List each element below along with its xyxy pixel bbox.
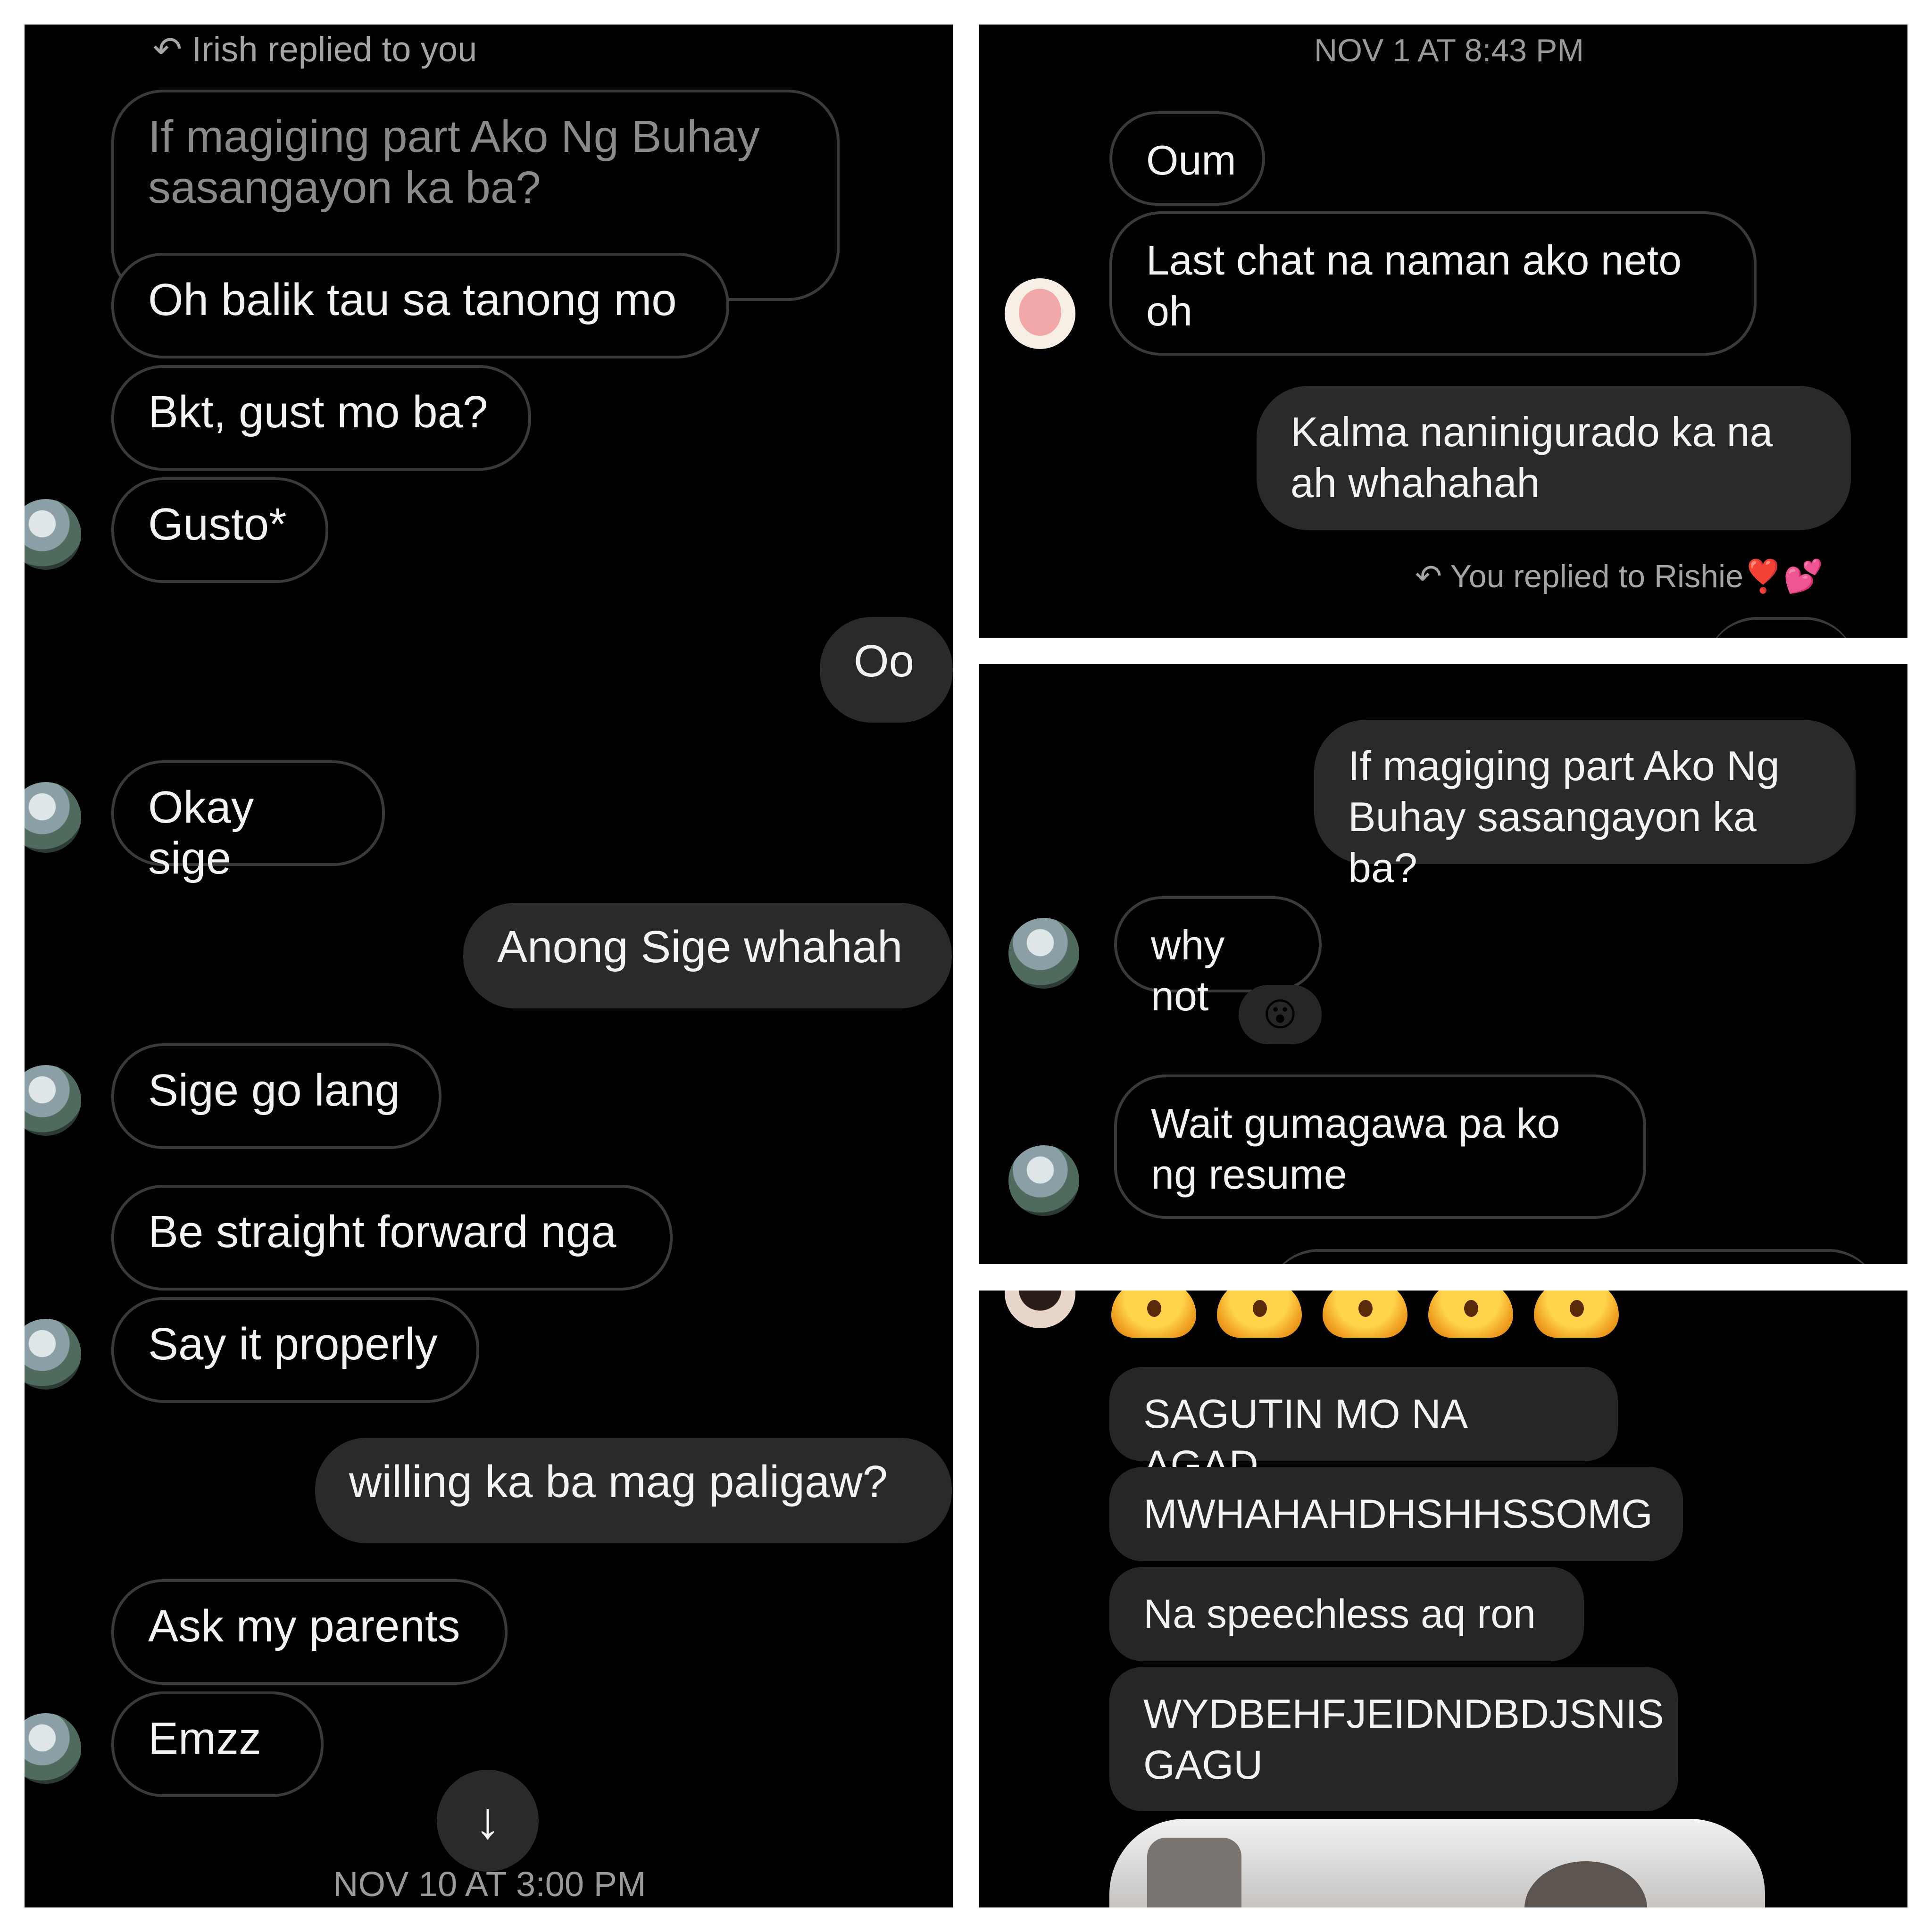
message-bubble-received[interactable]: Sige go lang bbox=[111, 1043, 441, 1149]
surprised-face-icon bbox=[1217, 1291, 1302, 1338]
message-bubble-partial[interactable] bbox=[1267, 1249, 1880, 1264]
message-bubble-received[interactable]: Be straight forward nga bbox=[111, 1185, 673, 1291]
message-bubble-received[interactable]: Oum bbox=[1109, 111, 1265, 206]
message-bubble-received[interactable]: Last chat na naman ako neto oh bbox=[1109, 211, 1757, 356]
message-bubble-partial[interactable] bbox=[1706, 617, 1857, 638]
message-bubble-received[interactable]: Emzz bbox=[111, 1691, 324, 1797]
message-bubble-received[interactable]: Okay sige bbox=[111, 760, 385, 883]
message-bubble-received[interactable]: SAGUTIN MO NA AGAD bbox=[1109, 1367, 1618, 1488]
contact-avatar[interactable] bbox=[1008, 1145, 1079, 1216]
photo-content bbox=[1524, 1861, 1647, 1907]
contact-avatar[interactable] bbox=[25, 1713, 81, 1784]
surprised-face-icon bbox=[1534, 1291, 1619, 1338]
reply-indicator: ↶ You replied to Rishie❣️💕 bbox=[1415, 558, 1824, 594]
contact-avatar[interactable] bbox=[25, 782, 81, 853]
photo-content bbox=[1147, 1838, 1241, 1907]
message-bubble-sent[interactable]: Anong Sige whahah bbox=[463, 903, 952, 1008]
contact-avatar[interactable] bbox=[25, 1065, 81, 1136]
contact-avatar[interactable] bbox=[25, 499, 81, 570]
reply-arrow-icon: ↶ bbox=[153, 30, 183, 69]
message-bubble-received[interactable]: WYDBEHFJEIDNDBDJSNIS GAGU bbox=[1109, 1667, 1678, 1811]
message-bubble-received[interactable]: Bkt, gust mo ba? bbox=[111, 365, 531, 471]
scroll-to-bottom-button[interactable]: ↓ bbox=[437, 1770, 539, 1872]
contact-avatar[interactable] bbox=[1005, 1291, 1075, 1328]
message-bubble-sent[interactable]: willing ka ba mag paligaw? bbox=[315, 1438, 952, 1543]
arrow-down-icon: ↓ bbox=[475, 1791, 501, 1849]
message-bubble-sent[interactable]: Oo bbox=[820, 617, 953, 723]
surprised-face-icon bbox=[1428, 1291, 1513, 1338]
contact-avatar[interactable] bbox=[25, 1319, 81, 1390]
surprised-face-icon bbox=[1323, 1291, 1407, 1338]
image-attachment[interactable] bbox=[1109, 1819, 1765, 1907]
message-bubble-sent[interactable]: Kalma naninigurado ka na ah whahahah bbox=[1257, 386, 1851, 530]
contact-avatar[interactable] bbox=[1005, 278, 1075, 349]
left-chat-panel: ↶ Irish replied to you If magiging part … bbox=[25, 25, 953, 1907]
message-bubble-received[interactable]: Say it properly bbox=[111, 1297, 479, 1403]
message-bubble-sent[interactable]: If magiging part Ako Ng Buhay sasangayon… bbox=[1314, 720, 1856, 891]
message-bubble-received[interactable]: Na speechless aq ron bbox=[1109, 1567, 1584, 1661]
message-bubble-received[interactable]: Ask my parents bbox=[111, 1579, 508, 1685]
surprised-face-icon bbox=[1111, 1291, 1196, 1338]
message-bubble-received[interactable]: why not bbox=[1114, 896, 1322, 1019]
avatar-character bbox=[1019, 289, 1061, 336]
surprised-face-icon: 😮 bbox=[1263, 996, 1298, 1033]
message-bubble-received[interactable]: Gusto* bbox=[111, 477, 328, 583]
reply-indicator: ↶ Irish replied to you bbox=[153, 30, 477, 69]
reply-arrow-icon: ↶ bbox=[1415, 558, 1442, 594]
contact-avatar[interactable] bbox=[1008, 918, 1079, 989]
middle-right-chat-panel: If magiging part Ako Ng Buhay sasangayon… bbox=[979, 664, 1907, 1264]
top-right-chat-panel: NOV 1 AT 8:43 PM Oum Last chat na naman … bbox=[979, 25, 1907, 638]
message-bubble-received[interactable]: Oh balik tau sa tanong mo bbox=[111, 253, 729, 358]
reaction-badge[interactable]: 😮 bbox=[1239, 985, 1322, 1044]
message-bubble-received[interactable]: MWHAHAHDHSHHSSOMG bbox=[1109, 1467, 1683, 1561]
timestamp: NOV 10 AT 3:00 PM bbox=[333, 1865, 646, 1904]
timestamp: NOV 1 AT 8:43 PM bbox=[1314, 33, 1584, 68]
bottom-right-chat-panel: 😮😮😮😮😮 SAGUTIN MO NA AGAD MWHAHAHDHSHHSSO… bbox=[979, 1291, 1907, 1907]
message-bubble-received[interactable]: Wait gumagawa pa ko ng resume bbox=[1114, 1074, 1646, 1219]
